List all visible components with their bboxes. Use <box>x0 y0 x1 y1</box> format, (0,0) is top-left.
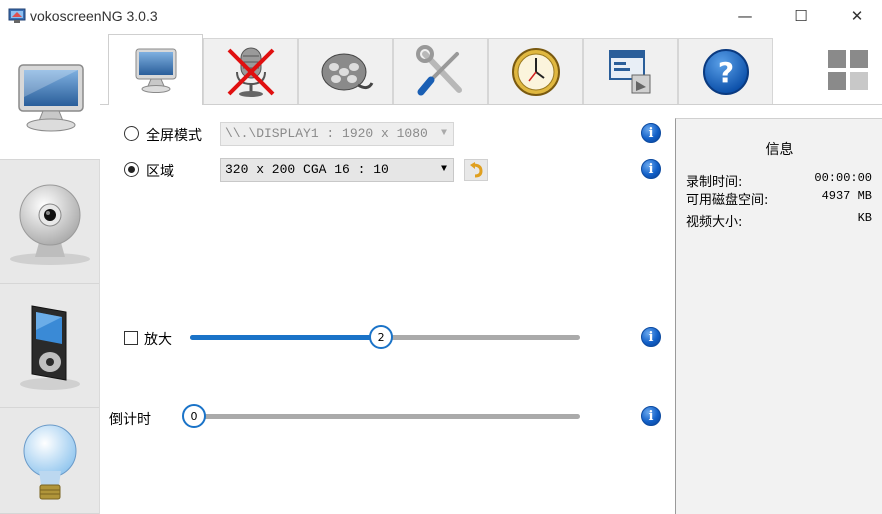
fullscreen-radio[interactable] <box>124 126 139 141</box>
countdown-label: 倒计时 <box>109 412 151 428</box>
close-button[interactable]: ✕ <box>834 0 880 32</box>
info-row-value: KB <box>857 211 872 225</box>
magnifier-checkbox[interactable] <box>124 331 138 345</box>
info-row-label: 视频大小: <box>686 215 743 230</box>
info-row-free-disk: 可用磁盘空间: 4937 MB <box>686 189 872 208</box>
info-row-label: 可用磁盘空间: <box>686 193 769 208</box>
info-row-video-size: 视频大小: KB <box>686 211 872 230</box>
grid-menu-icon[interactable] <box>828 50 868 90</box>
app-logo-icon <box>8 8 26 23</box>
tab-video[interactable] <box>298 38 393 104</box>
microphone-muted-icon <box>227 47 274 97</box>
display-select-value: \\.\DISPLAY1 : 1920 x 1080 <box>225 126 428 141</box>
chevron-down-icon: ▼ <box>440 164 447 175</box>
tab-timer[interactable] <box>488 38 583 104</box>
info-icon[interactable]: i <box>641 159 661 179</box>
display-select[interactable]: \\.\DISPLAY1 : 1920 x 1080 ▼ <box>220 122 454 146</box>
top-tab-bar: ? <box>108 34 773 105</box>
tab-audio[interactable] <box>203 38 298 104</box>
side-tab-bar <box>0 34 101 514</box>
side-tab-showclick[interactable] <box>0 408 99 514</box>
maximize-button[interactable]: ☐ <box>778 0 824 32</box>
help-icon: ? <box>702 48 749 95</box>
film-reel-icon <box>321 53 373 90</box>
side-tab-player[interactable] <box>0 284 99 408</box>
undo-arrow-icon <box>470 162 483 178</box>
info-panel-title: 信息 <box>765 142 794 158</box>
monitor-icon <box>17 63 84 131</box>
area-size-value: 320 x 200 CGA 16 : 10 <box>225 162 389 177</box>
area-label: 区域 <box>146 164 174 180</box>
media-player-icon <box>19 304 80 390</box>
minimize-button[interactable]: — <box>722 0 768 32</box>
info-row-value: 00:00:00 <box>814 171 872 185</box>
lightbulb-icon <box>23 424 76 499</box>
magnifier-label: 放大 <box>144 332 172 348</box>
info-row-value: 4937 MB <box>821 189 872 203</box>
countdown-slider-handle[interactable]: 0 <box>182 404 206 428</box>
info-icon[interactable]: i <box>641 123 661 143</box>
monitor-icon <box>135 48 176 93</box>
countdown-slider[interactable] <box>194 414 580 419</box>
title-bar: vokoscreenNG 3.0.3 — ☐ ✕ <box>0 0 882 34</box>
webcam-icon <box>9 184 90 265</box>
magnifier-slider-fill <box>190 335 382 340</box>
tab-log[interactable] <box>583 38 678 104</box>
tab-settings[interactable] <box>393 38 488 104</box>
fullscreen-label: 全屏模式 <box>146 128 202 144</box>
window-export-icon <box>608 49 650 93</box>
info-panel: 信息 录制时间: 00:00:00 可用磁盘空间: 4937 MB 视频大小: … <box>675 118 882 514</box>
side-tab-screen[interactable] <box>0 34 101 160</box>
tab-help[interactable]: ? <box>678 38 773 104</box>
chevron-down-icon: ▼ <box>440 128 447 139</box>
tab-screen[interactable] <box>108 34 203 105</box>
area-radio[interactable] <box>124 162 139 177</box>
magnifier-slider-handle[interactable]: 2 <box>369 325 394 349</box>
info-icon[interactable]: i <box>641 327 661 347</box>
reset-area-button[interactable] <box>464 159 488 181</box>
info-icon[interactable]: i <box>641 406 661 426</box>
area-size-select[interactable]: 320 x 200 CGA 16 : 10 ▼ <box>220 158 454 182</box>
window-title: vokoscreenNG 3.0.3 <box>30 8 158 24</box>
tools-icon <box>415 44 462 95</box>
side-tab-webcam[interactable] <box>0 160 99 284</box>
info-row-label: 录制时间: <box>686 175 743 190</box>
svg-text:?: ? <box>717 56 733 89</box>
clock-icon <box>511 47 560 96</box>
info-row-recording-time: 录制时间: 00:00:00 <box>686 171 872 190</box>
